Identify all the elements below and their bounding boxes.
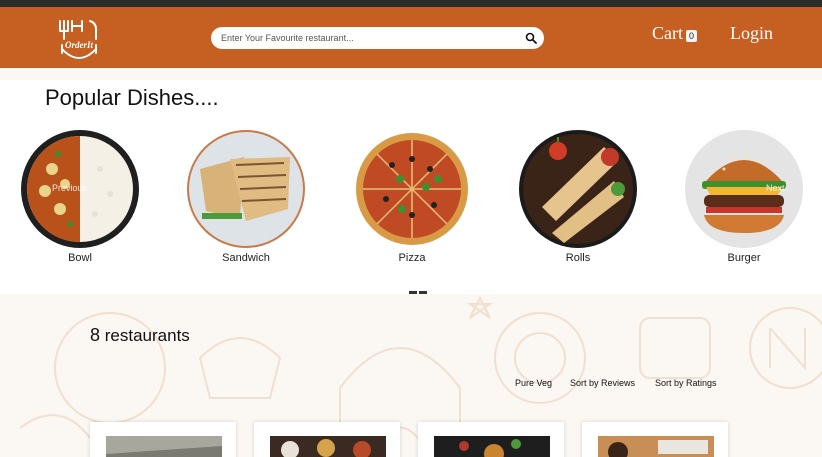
restaurant-count: 8 restaurants	[90, 325, 190, 346]
bookmarks-bar	[0, 0, 822, 7]
login-link[interactable]: Login	[730, 23, 773, 44]
cart-count-badge: 0	[686, 29, 698, 42]
pizza-image[interactable]	[352, 129, 472, 249]
sandwich-image[interactable]	[186, 129, 306, 249]
sort-by-ratings[interactable]: Sort by Ratings	[655, 378, 717, 388]
restaurant-count-number: 8	[90, 325, 101, 345]
carousel-next-button[interactable]: Next	[766, 183, 785, 193]
dish-label: Bowl	[68, 252, 92, 264]
restaurant-image[interactable]	[598, 436, 714, 457]
burger-image[interactable]	[684, 129, 804, 249]
search-icon[interactable]	[525, 32, 537, 44]
popular-dishes-section: Popular Dishes.... Bowl Sandwich Pizza R…	[0, 80, 822, 294]
dish-label: Sandwich	[222, 252, 270, 264]
dish-label: Rolls	[565, 252, 591, 264]
restaurant-card[interactable]	[582, 422, 728, 457]
restaurant-card[interactable]	[418, 422, 564, 457]
carousel-indicator[interactable]	[409, 291, 417, 294]
header: OrderIt Cart 0 Login	[0, 7, 822, 68]
restaurant-card[interactable]	[90, 422, 236, 457]
dish-sandwich[interactable]: Sandwich	[186, 129, 306, 264]
dish-bowl[interactable]: Bowl	[20, 129, 140, 264]
popular-dishes-title: Popular Dishes....	[45, 85, 219, 110]
carousel-indicators	[409, 291, 427, 294]
dish-label: Pizza	[398, 252, 426, 264]
orderit-logo[interactable]: OrderIt	[54, 15, 104, 63]
carousel-indicator[interactable]	[419, 291, 427, 294]
restaurant-image[interactable]	[434, 436, 550, 457]
search-input[interactable]	[221, 30, 521, 46]
svg-text:OrderIt: OrderIt	[65, 40, 94, 50]
restaurant-card[interactable]	[254, 422, 400, 457]
dish-label: Burger	[727, 252, 761, 264]
dish-burger[interactable]: Burger	[684, 129, 804, 264]
sort-by-reviews[interactable]: Sort by Reviews	[570, 378, 635, 388]
filter-pure-veg[interactable]: Pure Veg	[515, 378, 552, 388]
dish-pizza[interactable]: Pizza	[352, 129, 472, 264]
carousel-previous-button[interactable]: Previous	[52, 183, 87, 193]
dish-rolls[interactable]: Rolls	[518, 129, 638, 264]
restaurant-image[interactable]	[270, 436, 386, 457]
search-bar	[211, 27, 544, 49]
cart-link[interactable]: Cart 0	[652, 23, 698, 44]
rolls-image[interactable]	[518, 129, 638, 249]
restaurant-count-label: restaurants	[104, 326, 190, 345]
restaurant-image[interactable]	[106, 436, 222, 457]
cart-label: Cart	[652, 23, 683, 43]
